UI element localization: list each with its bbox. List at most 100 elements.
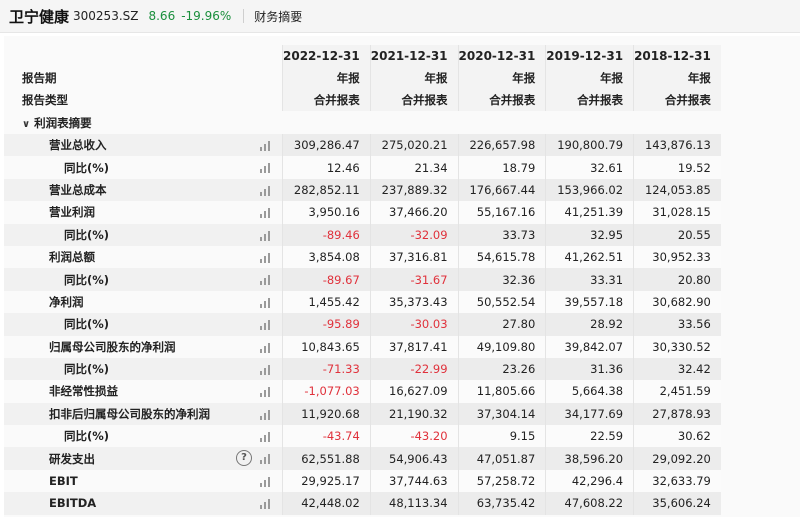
row-label: 营业利润 bbox=[4, 201, 282, 224]
table-cell: 10,843.65 bbox=[282, 335, 370, 358]
report-type-value: 合并报表 bbox=[282, 89, 370, 111]
row-label-text: 同比(%) bbox=[64, 227, 110, 242]
report-type-label: 报告类型 bbox=[4, 89, 282, 111]
bar-chart-icon[interactable] bbox=[260, 409, 272, 420]
period-header: 2020-12-31 bbox=[457, 45, 546, 67]
table-cell: 18.79 bbox=[457, 156, 546, 179]
table-cell: 282,852.11 bbox=[282, 178, 370, 202]
row-label-text: EBITDA bbox=[49, 496, 97, 511]
row-label-text: 同比(%) bbox=[64, 272, 110, 287]
bar-chart-icon[interactable] bbox=[260, 476, 272, 487]
bar-chart-icon[interactable] bbox=[260, 453, 272, 465]
table-cell: 21,190.32 bbox=[369, 402, 458, 426]
report-period-value: 年报 bbox=[282, 67, 370, 89]
bar-chart-icon[interactable] bbox=[260, 319, 272, 331]
row-label-text: 扣非后归属母公司股东的净利润 bbox=[49, 406, 210, 421]
table-cell: 35,606.24 bbox=[633, 492, 721, 515]
table-cell: 31.36 bbox=[545, 357, 634, 381]
table-cell: 28.92 bbox=[545, 313, 634, 336]
row-label-text: 研发支出 bbox=[49, 451, 95, 466]
bar-chart-icon[interactable] bbox=[260, 162, 272, 174]
bar-chart-icon[interactable] bbox=[260, 498, 272, 510]
table-row: 研发支出? 62,551.88 54,906.43 47,051.87 38,596.2… bbox=[4, 447, 721, 470]
row-label: 扣非后归属母公司股东的净利润 bbox=[4, 402, 282, 426]
table-cell: 57,258.72 bbox=[457, 469, 546, 493]
report-type-value: 合并报表 bbox=[457, 89, 546, 111]
table-cell: 55,167.16 bbox=[457, 201, 546, 224]
table-cell: 3,854.08 bbox=[282, 245, 370, 269]
report-period-value: 年报 bbox=[633, 67, 721, 89]
row-label: EBITDA bbox=[4, 492, 282, 515]
table-cell: 20.80 bbox=[633, 268, 721, 291]
bar-chart-icon[interactable] bbox=[260, 185, 272, 196]
period-header: 2018-12-31 bbox=[633, 45, 721, 67]
table-cell: 32.36 bbox=[457, 268, 546, 291]
table-cell: 309,286.47 bbox=[282, 134, 370, 157]
section-label: 利润表摘要 bbox=[34, 115, 92, 130]
chevron-down-icon[interactable]: ∨ bbox=[22, 119, 30, 130]
row-label: 利润总额 bbox=[4, 245, 282, 269]
bar-chart-icon[interactable] bbox=[260, 297, 272, 308]
bar-chart-icon[interactable] bbox=[260, 386, 272, 398]
table-cell: 20.55 bbox=[633, 223, 721, 246]
table-cell: 39,842.07 bbox=[545, 335, 634, 358]
report-type-value: 合并报表 bbox=[545, 89, 634, 111]
row-label-text: 归属母公司股东的净利润 bbox=[49, 339, 176, 354]
table-cell: 30,952.33 bbox=[633, 245, 721, 269]
table-row: EBIT 29,925.17 37,744.63 57,258.72 42,296.4 3… bbox=[4, 469, 721, 493]
section-toggle-row[interactable]: ∨ 利润表摘要 bbox=[4, 111, 721, 134]
table-cell: 30.62 bbox=[633, 425, 721, 448]
bar-chart-icon[interactable] bbox=[260, 230, 272, 241]
row-label: 同比(%) bbox=[4, 156, 282, 179]
table-row: 利润总额 3,854.08 37,316.81 54,615.78 41,262.51 3… bbox=[4, 245, 721, 269]
bar-chart-icon[interactable] bbox=[260, 431, 272, 443]
table-cell: 32.42 bbox=[633, 357, 721, 381]
table-cell: -95.89 bbox=[282, 313, 370, 336]
question-circle-icon[interactable]: ? bbox=[236, 450, 252, 467]
report-period-label: 报告期 bbox=[4, 67, 282, 89]
bar-chart-icon[interactable] bbox=[260, 364, 272, 375]
table-cell: 37,316.81 bbox=[369, 245, 458, 269]
bar-chart-icon[interactable] bbox=[260, 252, 272, 263]
bar-chart-icon[interactable] bbox=[260, 274, 272, 286]
row-label: 同比(%) bbox=[4, 223, 282, 246]
period-header-row: 2022-12-31 2021-12-31 2020-12-31 2019-12… bbox=[4, 45, 721, 67]
row-label-text: 营业总成本 bbox=[49, 182, 107, 197]
report-period-row: 报告期 年报 年报 年报 年报 年报 bbox=[4, 67, 721, 89]
report-type-row: 报告类型 合并报表 合并报表 合并报表 合并报表 合并报表 bbox=[4, 89, 721, 111]
table-cell: 50,552.54 bbox=[457, 290, 546, 314]
table-row: 归属母公司股东的净利润 10,843.65 37,817.41 49,109.80 39… bbox=[4, 335, 721, 358]
table-row: 非经常性损益 -1,077.03 16,627.09 11,805.66 5,664.3… bbox=[4, 380, 721, 403]
bar-chart-icon[interactable] bbox=[260, 207, 272, 219]
table-row: 同比(%) -71.33 -22.99 23.26 31.36 32.42 bbox=[4, 357, 721, 381]
table-cell: 37,304.14 bbox=[457, 402, 546, 426]
table-cell: -32.09 bbox=[369, 223, 458, 246]
table-cell: 30,330.52 bbox=[633, 335, 721, 358]
section-toggle[interactable]: ∨ 利润表摘要 bbox=[4, 111, 282, 134]
report-type-value: 合并报表 bbox=[633, 89, 721, 111]
table-cell: 54,906.43 bbox=[369, 447, 458, 470]
financial-summary-panel: 2022-12-31 2021-12-31 2020-12-31 2019-12… bbox=[4, 36, 800, 517]
table-cell: 37,817.41 bbox=[369, 335, 458, 358]
row-label: 营业总收入 bbox=[4, 134, 282, 157]
table-cell: 41,251.39 bbox=[545, 201, 634, 224]
table-cell: 47,051.87 bbox=[457, 447, 546, 470]
bar-chart-icon[interactable] bbox=[260, 140, 272, 151]
table-cell: 27,878.93 bbox=[633, 402, 721, 426]
table-cell: 9.15 bbox=[457, 425, 546, 448]
bar-chart-icon[interactable] bbox=[260, 342, 272, 353]
table-row: EBITDA 42,448.02 48,113.34 63,735.42 47,608.… bbox=[4, 492, 721, 515]
table-cell: 32,633.79 bbox=[633, 469, 721, 493]
table-row: 营业总收入 309,286.47 275,020.21 226,657.98 190,8… bbox=[4, 134, 721, 157]
table-cell: 37,744.63 bbox=[369, 469, 458, 493]
table-row: 净利润 1,455.42 35,373.43 50,552.54 39,557.18 30… bbox=[4, 290, 721, 314]
table-cell: 11,920.68 bbox=[282, 402, 370, 426]
row-label: 同比(%) bbox=[4, 425, 282, 448]
table-cell: 176,667.44 bbox=[457, 178, 546, 202]
period-header: 2021-12-31 bbox=[369, 45, 458, 67]
table-cell: 39,557.18 bbox=[545, 290, 634, 314]
table-cell: 38,596.20 bbox=[545, 447, 634, 470]
table-cell: 30,682.90 bbox=[633, 290, 721, 314]
table-cell: 33.56 bbox=[633, 313, 721, 336]
stock-name: 卫宁健康 bbox=[9, 7, 70, 26]
